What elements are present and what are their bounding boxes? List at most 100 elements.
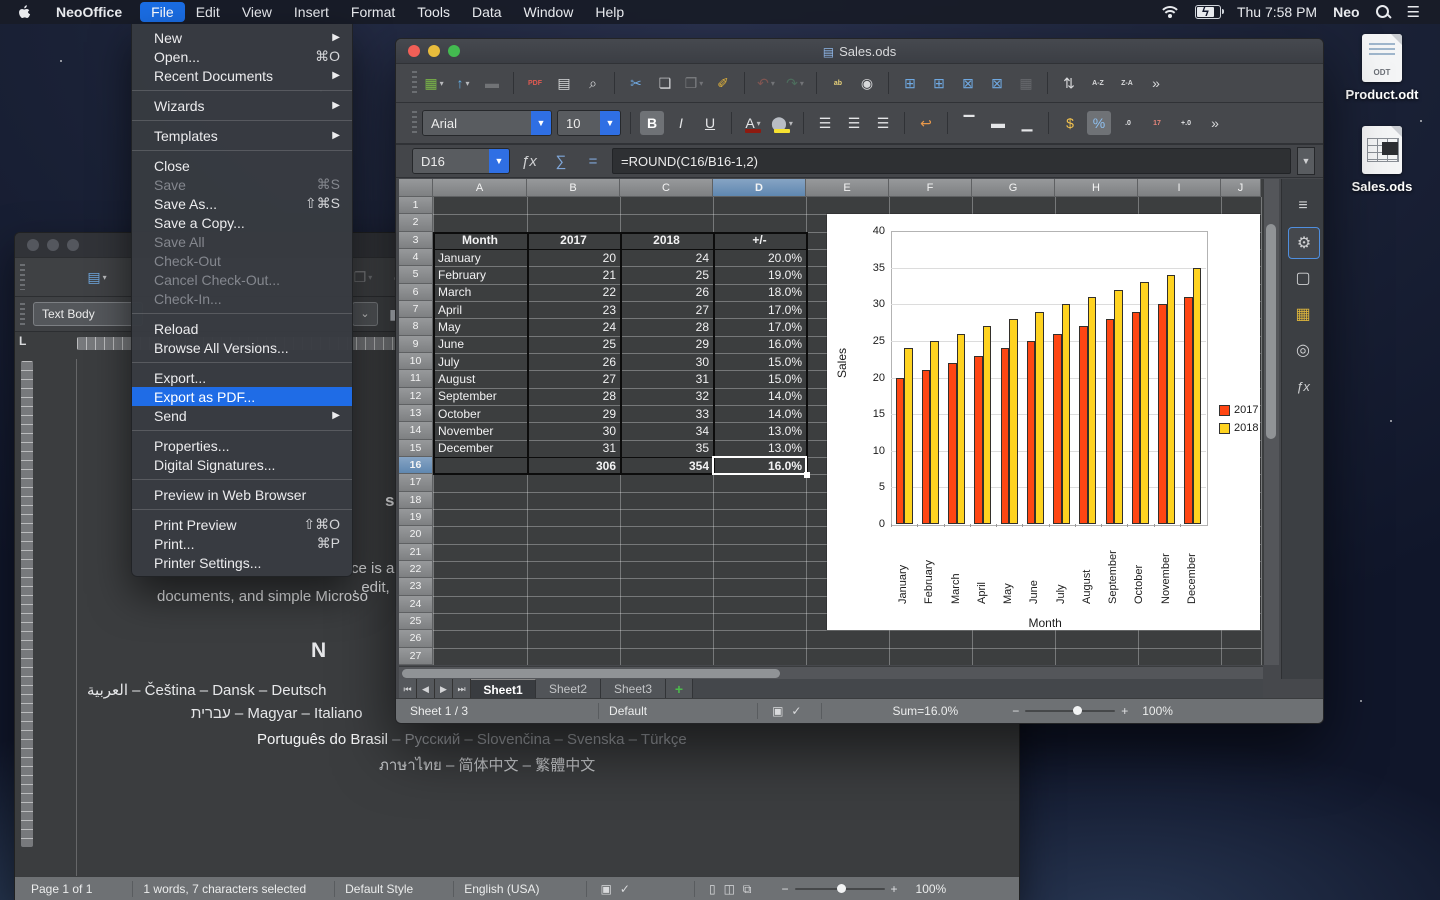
row-header-20[interactable]: 20 xyxy=(399,526,433,543)
cell-D12[interactable]: 14.0% xyxy=(713,388,806,405)
row-header-23[interactable]: 23 xyxy=(399,578,433,595)
toolbar-overflow-icon[interactable]: » xyxy=(1203,111,1227,135)
percent-format-button[interactable]: % xyxy=(1087,111,1111,135)
cell-A10[interactable]: July xyxy=(433,353,527,370)
cell-C4[interactable]: 24 xyxy=(620,249,713,266)
cell-C6[interactable]: 26 xyxy=(620,284,713,301)
cell-B15[interactable]: 31 xyxy=(527,440,620,457)
toolbar-handle[interactable] xyxy=(412,111,417,135)
cell-D14[interactable]: 13.0% xyxy=(713,422,806,439)
cell-C9[interactable]: 29 xyxy=(620,336,713,353)
scrollbar-thumb[interactable] xyxy=(402,669,780,678)
wrap-text-button[interactable]: ↩ xyxy=(914,111,938,135)
cell-B9[interactable]: 25 xyxy=(527,336,620,353)
file-menu-item-save-a-copy[interactable]: Save a Copy... xyxy=(132,213,352,232)
cell-C11[interactable]: 31 xyxy=(620,370,713,387)
first-sheet-icon[interactable]: ⏮ xyxy=(399,679,417,699)
row-header-13[interactable]: 13 xyxy=(399,405,433,422)
sheet-position[interactable]: Sheet 1 / 3 xyxy=(410,704,468,718)
file-menu-item-new[interactable]: New▶ xyxy=(132,28,352,47)
cell-D13[interactable]: 14.0% xyxy=(713,405,806,422)
row-header-8[interactable]: 8 xyxy=(399,318,433,335)
select-all-corner[interactable] xyxy=(399,179,433,197)
navigator-compass-icon[interactable]: ◎ xyxy=(1288,335,1318,365)
minimize-icon[interactable] xyxy=(47,239,59,251)
row-header-3[interactable]: 3 xyxy=(399,232,433,249)
row-header-27[interactable]: 27 xyxy=(399,648,433,665)
cell-D11[interactable]: 15.0% xyxy=(713,370,806,387)
cell-B13[interactable]: 29 xyxy=(527,405,620,422)
cell-C3[interactable]: 2018 xyxy=(620,232,713,249)
cell-reference-box[interactable]: D16▼ xyxy=(412,148,510,174)
row-header-19[interactable]: 19 xyxy=(399,509,433,526)
file-menu-item-save-as[interactable]: Save As...⇧⌘S xyxy=(132,194,352,213)
file-menu-item-printer-settings[interactable]: Printer Settings... xyxy=(132,553,352,572)
row-header-4[interactable]: 4 xyxy=(399,249,433,266)
next-sheet-icon[interactable]: ▶ xyxy=(435,679,453,699)
close-icon[interactable] xyxy=(27,239,39,251)
number-format-button[interactable]: .0 xyxy=(1116,111,1140,135)
cell-D4[interactable]: 20.0% xyxy=(713,249,806,266)
modified-flag-icon[interactable]: ✓ xyxy=(620,882,630,896)
column-header-J[interactable]: J xyxy=(1221,179,1261,197)
file-menu-item-wizards[interactable]: Wizards▶ xyxy=(132,96,352,115)
expand-formula-bar-icon[interactable]: ▼ xyxy=(1297,147,1315,175)
notification-center-icon[interactable]: ☰ xyxy=(1407,3,1420,21)
paste-icon[interactable]: ❐▾ xyxy=(351,265,375,289)
menu-edit[interactable]: Edit xyxy=(185,2,231,22)
cell-A9[interactable]: June xyxy=(433,336,527,353)
row-header-12[interactable]: 12 xyxy=(399,388,433,405)
file-menu-item-properties[interactable]: Properties... xyxy=(132,436,352,455)
menu-format[interactable]: Format xyxy=(340,2,406,22)
menu-data[interactable]: Data xyxy=(461,2,513,22)
delete-row-icon[interactable]: ⊠ xyxy=(956,71,980,95)
zoom-icon[interactable] xyxy=(448,45,460,57)
chevron-down-icon[interactable]: ▼ xyxy=(600,111,620,135)
cell-C8[interactable]: 28 xyxy=(620,318,713,335)
sort-ascending-icon[interactable]: A-Z xyxy=(1086,71,1110,95)
cell-D3[interactable]: +/- xyxy=(713,232,806,249)
previous-sheet-icon[interactable]: ◀ xyxy=(417,679,435,699)
sum-icon[interactable]: ∑ xyxy=(548,149,574,173)
paragraph-style-combo[interactable]: Text Body xyxy=(33,302,143,326)
last-sheet-icon[interactable]: ⏭ xyxy=(453,679,471,699)
multi-page-view-icon[interactable]: ◫ xyxy=(724,882,735,896)
vertical-ruler[interactable] xyxy=(21,361,33,847)
selection-mode-icon[interactable]: ▣ xyxy=(601,882,612,896)
file-menu-item-digital-signatures[interactable]: Digital Signatures... xyxy=(132,455,352,474)
writer-zoom-slider[interactable]: −+ xyxy=(781,882,897,896)
status-sum[interactable]: Sum=16.0% xyxy=(892,704,958,718)
row-header-15[interactable]: 15 xyxy=(399,440,433,457)
cell-B11[interactable]: 27 xyxy=(527,370,620,387)
currency-format-button[interactable]: $ xyxy=(1058,111,1082,135)
embedded-chart[interactable]: 0510152025303540JanuaryFebruaryMarchApri… xyxy=(827,214,1260,630)
cell-B16[interactable]: 306 xyxy=(527,457,620,474)
spotlight-search-icon[interactable] xyxy=(1376,5,1391,20)
row-header-17[interactable]: 17 xyxy=(399,474,433,491)
cell-C16[interactable]: 354 xyxy=(620,457,713,474)
toolbar-overflow-icon[interactable]: » xyxy=(1144,71,1168,95)
print-preview-icon[interactable]: ⌕ xyxy=(581,71,605,95)
menu-window[interactable]: Window xyxy=(513,2,585,22)
calc-zoom-slider[interactable]: −+ xyxy=(1012,704,1128,718)
column-header-C[interactable]: C xyxy=(620,179,713,197)
cell-B12[interactable]: 28 xyxy=(527,388,620,405)
cell-B10[interactable]: 26 xyxy=(527,353,620,370)
cell-D5[interactable]: 19.0% xyxy=(713,266,806,283)
row-header-21[interactable]: 21 xyxy=(399,544,433,561)
battery-icon[interactable]: ϟ xyxy=(1195,5,1221,19)
cell-A14[interactable]: November xyxy=(433,422,527,439)
desktop-icon-product-odt[interactable]: ODTProduct.odt xyxy=(1340,34,1424,102)
row-header-22[interactable]: 22 xyxy=(399,561,433,578)
desktop-icon-sales-ods[interactable]: Sales.ods xyxy=(1340,126,1424,194)
column-header-I[interactable]: I xyxy=(1138,179,1221,197)
calc-title-bar[interactable]: ▤Sales.ods xyxy=(396,39,1323,63)
fill-handle[interactable] xyxy=(804,472,810,478)
column-header-A[interactable]: A xyxy=(433,179,527,197)
wifi-icon[interactable] xyxy=(1161,6,1179,19)
row-header-16[interactable]: 16 xyxy=(399,457,433,474)
column-header-H[interactable]: H xyxy=(1055,179,1138,197)
cell-B4[interactable]: 20 xyxy=(527,249,620,266)
gallery-icon[interactable]: ▦ xyxy=(1288,299,1318,329)
bold-button[interactable]: B xyxy=(640,111,664,135)
